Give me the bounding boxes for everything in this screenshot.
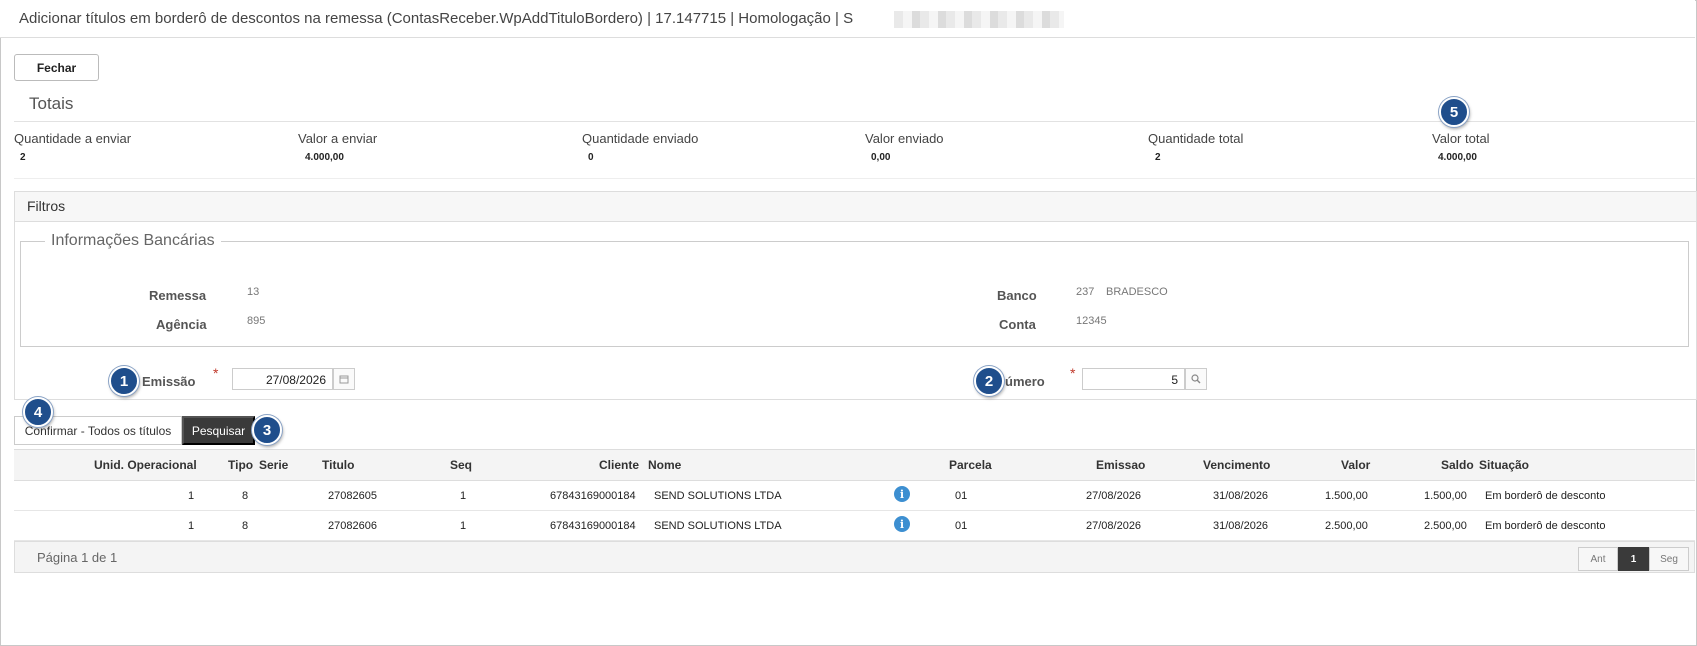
cell-vencimento: 31/08/2026 — [1213, 490, 1269, 502]
annotation-badge-5: 5 — [1439, 97, 1469, 127]
filters-panel: Filtros Informações Bancárias Remessa 13… — [14, 191, 1697, 400]
cell-cliente: 67843169000184 — [550, 490, 636, 502]
col-tipo[interactable]: Tipo — [228, 458, 253, 472]
filters-panel-title: Filtros — [27, 198, 66, 214]
cell-nome: SEND SOLUTIONS LTDA — [654, 490, 782, 502]
cell-vencimento: 31/08/2026 — [1213, 520, 1269, 532]
annotation-badge-4: 4 — [23, 397, 53, 427]
col-situacao[interactable]: Situação — [1479, 458, 1529, 472]
col-valor[interactable]: Valor — [1341, 458, 1370, 472]
col-emissao[interactable]: Emissao — [1096, 458, 1145, 472]
annotation-badge-3: 3 — [252, 415, 282, 445]
numero-required-mark: * — [1070, 365, 1076, 381]
cell-nome: SEND SOLUTIONS LTDA — [654, 520, 782, 532]
divider — [14, 178, 1695, 179]
col-unid-operacional[interactable]: Unid. Operacional — [94, 458, 197, 472]
annotation-badge-2: 2 — [974, 366, 1004, 396]
cell-tipo: 8 — [242, 490, 249, 502]
col-vencimento[interactable]: Vencimento — [1203, 458, 1270, 472]
totals-section-title: Totais — [29, 94, 74, 113]
table-header: Unid. Operacional Tipo Serie Titulo Seq … — [14, 449, 1695, 481]
cell-emissao: 27/08/2026 — [1086, 490, 1142, 502]
search-icon[interactable] — [1185, 368, 1207, 390]
emissao-label: Emissão — [142, 374, 196, 389]
cell-valor: 2.500,00 — [1325, 520, 1368, 532]
emissao-date-input[interactable]: 27/08/2026 — [232, 368, 333, 390]
page-1-button[interactable]: 1 — [1618, 547, 1649, 571]
col-nome[interactable]: Nome — [648, 458, 681, 472]
total-value-quantidade-a-enviar: 2 — [20, 152, 26, 163]
cell-parcela: 01 — [955, 520, 968, 532]
prev-page-button[interactable]: Ant — [1578, 547, 1618, 571]
numero-label: úmero — [1005, 374, 1045, 389]
search-button[interactable]: Pesquisar — [182, 416, 255, 445]
conta-label: Conta — [999, 317, 1036, 332]
banco-label: Banco — [997, 288, 1037, 303]
next-page-button[interactable]: Seg — [1649, 547, 1689, 571]
window-title: Adicionar títulos em borderô de desconto… — [19, 10, 854, 27]
page-summary: Página 1 de 1 — [37, 550, 118, 565]
info-icon[interactable]: i — [894, 486, 910, 502]
numero-value: 5 — [1171, 373, 1178, 387]
col-titulo[interactable]: Titulo — [322, 458, 354, 472]
total-value-quantidade-enviado: 0 — [588, 152, 594, 163]
cell-unid: 1 — [188, 520, 195, 532]
cell-titulo: 27082605 — [328, 490, 377, 502]
cell-seq: 1 — [460, 490, 467, 502]
banco-code: 237 — [1076, 286, 1095, 298]
calendar-icon[interactable] — [333, 368, 355, 390]
table-row[interactable]: 1 8 27082606 1 67843169000184 SEND SOLUT… — [14, 510, 1695, 541]
emissao-required-mark: * — [213, 365, 219, 381]
cell-emissao: 27/08/2026 — [1086, 520, 1142, 532]
total-label-valor-enviado: Valor enviado — [865, 131, 944, 146]
agencia-label: Agência — [156, 317, 207, 332]
total-label-valor-total: Valor total — [1432, 131, 1490, 146]
annotation-badge-1: 1 — [109, 366, 139, 396]
bank-info-fieldset: Informações Bancárias Remessa 13 Agência… — [20, 232, 1689, 347]
cell-parcela: 01 — [955, 490, 968, 502]
cell-titulo: 27082606 — [328, 520, 377, 532]
conta-value: 12345 — [1076, 315, 1107, 327]
info-icon[interactable]: i — [894, 516, 910, 532]
remessa-label: Remessa — [149, 288, 207, 303]
cell-situacao: Em borderô de desconto — [1485, 520, 1606, 532]
total-value-valor-total: 4.000,00 — [1438, 152, 1477, 163]
total-label-quantidade-a-enviar: Quantidade a enviar — [14, 131, 132, 146]
cell-situacao: Em borderô de desconto — [1485, 490, 1606, 502]
cell-valor: 1.500,00 — [1325, 490, 1368, 502]
remessa-value: 13 — [247, 286, 260, 298]
numero-input[interactable]: 5 — [1082, 368, 1185, 390]
col-cliente[interactable]: Cliente — [599, 458, 639, 472]
total-label-quantidade-total: Quantidade total — [1148, 131, 1244, 146]
cell-seq: 1 — [460, 520, 467, 532]
table-row[interactable]: 1 8 27082605 1 67843169000184 SEND SOLUT… — [14, 480, 1695, 511]
agencia-value: 895 — [247, 315, 266, 327]
col-saldo[interactable]: Saldo — [1441, 458, 1474, 472]
cell-saldo: 1.500,00 — [1424, 490, 1467, 502]
close-button[interactable]: Fechar — [14, 54, 99, 81]
total-value-valor-a-enviar: 4.000,00 — [305, 152, 344, 163]
bank-info-legend: Informações Bancárias — [45, 232, 221, 250]
col-parcela[interactable]: Parcela — [949, 458, 992, 472]
title-bar: Adicionar títulos em borderô de desconto… — [0, 0, 1695, 38]
total-value-quantidade-total: 2 — [1155, 152, 1161, 163]
redacted-title-segment — [894, 11, 1064, 28]
cell-cliente: 67843169000184 — [550, 520, 636, 532]
total-label-valor-a-enviar: Valor a enviar — [298, 131, 378, 146]
pagination-bar: Página 1 de 1 Ant 1 Seg — [14, 541, 1695, 573]
total-label-quantidade-enviado: Quantidade enviado — [582, 131, 699, 146]
filters-panel-header[interactable]: Filtros — [15, 192, 1696, 222]
cell-unid: 1 — [188, 490, 195, 502]
total-value-valor-enviado: 0,00 — [871, 152, 891, 163]
emissao-date-value: 27/08/2026 — [265, 373, 326, 387]
banco-name: BRADESCO — [1106, 286, 1168, 298]
col-serie[interactable]: Serie — [259, 458, 288, 472]
cell-saldo: 2.500,00 — [1424, 520, 1467, 532]
cell-tipo: 8 — [242, 520, 249, 532]
col-seq[interactable]: Seq — [450, 458, 472, 472]
